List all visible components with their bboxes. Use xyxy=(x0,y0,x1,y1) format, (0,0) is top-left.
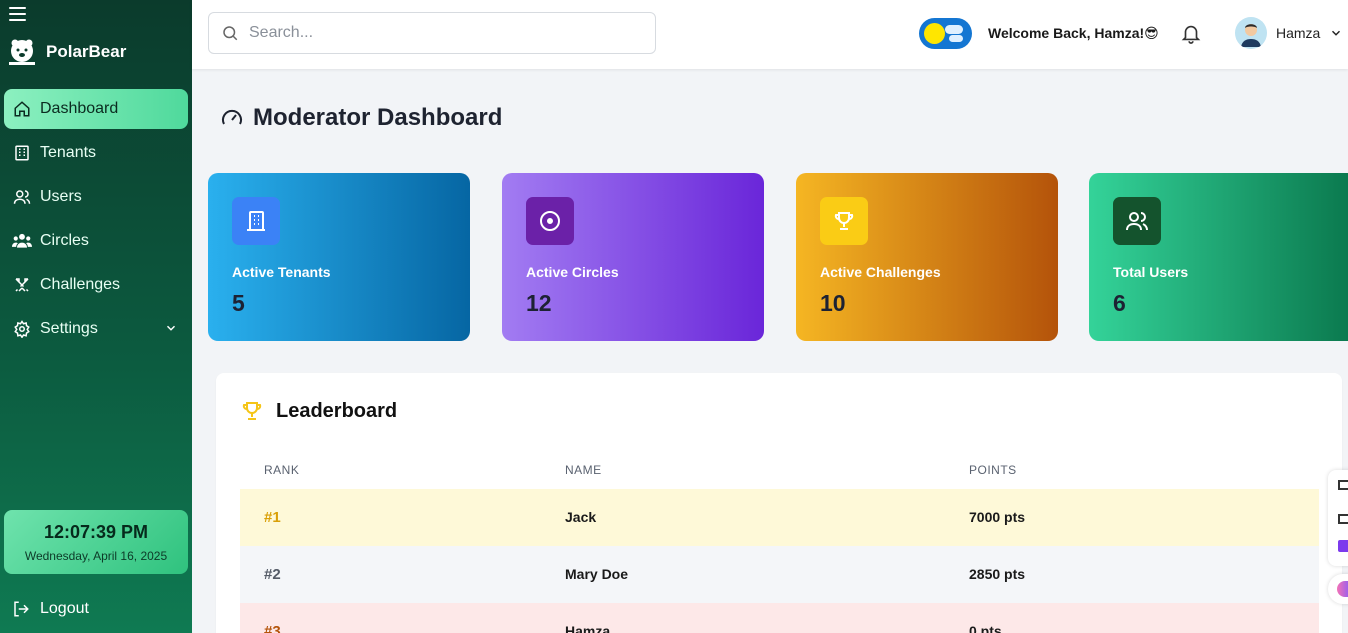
gear-icon xyxy=(12,319,32,339)
sidebar-item-label: Dashboard xyxy=(40,100,119,117)
group-icon xyxy=(12,231,32,251)
cloud-icon xyxy=(949,35,963,42)
sidebar-item-dashboard[interactable]: Dashboard xyxy=(4,89,188,129)
sidebar-item-challenges[interactable]: Challenges xyxy=(4,265,188,305)
table-header: RANK NAME POINTS xyxy=(240,461,1319,489)
column-header-rank: RANK xyxy=(264,463,300,477)
name-cell: Jack xyxy=(565,509,597,525)
building-icon xyxy=(232,197,280,245)
welcome-message: Welcome Back, Hamza!😎 xyxy=(988,25,1159,41)
leaderboard-header: Leaderboard xyxy=(240,399,397,423)
user-menu[interactable]: Hamza xyxy=(1235,17,1343,49)
sidebar-item-settings[interactable]: Settings xyxy=(4,309,188,349)
assistant-icon xyxy=(1337,581,1348,597)
trophy-icon xyxy=(242,402,262,420)
leaderboard-title: Leaderboard xyxy=(276,399,398,422)
stat-card-tenants[interactable]: Active Tenants 5 xyxy=(208,173,470,341)
sidebar-item-tenants[interactable]: Tenants xyxy=(4,133,188,173)
swords-icon xyxy=(12,275,32,295)
points-cell: 2850 pts xyxy=(969,566,1026,582)
points-cell: 7000 pts xyxy=(969,509,1026,525)
users-icon xyxy=(1113,197,1161,245)
user-name: Hamza xyxy=(1276,25,1321,41)
brand[interactable]: PolarBear xyxy=(7,38,126,66)
sidebar-item-users[interactable]: Users xyxy=(4,177,188,217)
page-title: Moderator Dashboard xyxy=(220,104,502,132)
clock-time: 12:07:39 PM xyxy=(43,522,149,542)
sidebar-item-circles[interactable]: Circles xyxy=(4,221,188,261)
stat-card-value: 6 xyxy=(1113,290,1126,316)
cloud-icon xyxy=(945,25,963,34)
sidebar-item-label: Users xyxy=(40,188,82,205)
stat-card-value: 12 xyxy=(526,290,552,316)
stat-card-label: Active Tenants xyxy=(232,264,331,280)
rank-cell: #2 xyxy=(264,566,281,583)
rank-cell: #1 xyxy=(264,509,281,526)
sidebar: PolarBear Dashboard Tenants Users Circle… xyxy=(0,0,192,633)
avatar xyxy=(1235,17,1267,49)
name-cell: Mary Doe xyxy=(565,566,629,582)
building-icon xyxy=(12,143,32,163)
page-heading: Moderator Dashboard xyxy=(253,104,503,131)
search-box xyxy=(208,12,656,54)
search-input[interactable] xyxy=(249,24,629,42)
menu-icon[interactable] xyxy=(9,7,26,21)
logout-button[interactable]: Logout xyxy=(12,600,89,618)
stat-card-label: Total Users xyxy=(1113,264,1189,280)
trophy-icon xyxy=(820,197,868,245)
logout-icon xyxy=(14,601,29,617)
sun-icon xyxy=(924,23,945,44)
column-header-points: POINTS xyxy=(969,463,1017,477)
clock-widget: 12:07:39 PM Wednesday, April 16, 2025 xyxy=(4,510,188,574)
sidebar-item-label: Tenants xyxy=(40,144,97,161)
gauge-icon xyxy=(222,109,242,125)
top-bar: Welcome Back, Hamza!😎 Hamza xyxy=(192,0,1348,69)
rank-cell: #3 xyxy=(264,623,281,633)
stat-card-users[interactable]: Total Users 6 xyxy=(1089,173,1348,341)
stat-card-value: 5 xyxy=(232,290,245,316)
name-cell: Hamza xyxy=(565,623,611,633)
sidebar-item-label: Circles xyxy=(40,232,89,249)
target-icon xyxy=(526,197,574,245)
book-icon[interactable] xyxy=(1338,514,1348,524)
stat-card-circles[interactable]: Active Circles 12 xyxy=(502,173,764,341)
chevron-down-icon xyxy=(166,325,176,331)
stat-card-value: 10 xyxy=(820,290,846,316)
table-row[interactable]: #3 Hamza 0 pts xyxy=(240,603,1319,633)
points-cell: 0 pts xyxy=(969,623,1002,633)
table-row[interactable]: #1 Jack 7000 pts xyxy=(240,489,1319,546)
logout-label: Logout xyxy=(40,600,89,617)
chevron-down-icon xyxy=(1332,30,1341,36)
search-icon xyxy=(223,26,238,41)
polar-bear-logo-icon xyxy=(9,39,35,65)
leaderboard-panel: Leaderboard RANK NAME POINTS #1 Jack 700… xyxy=(216,373,1342,633)
theme-toggle[interactable] xyxy=(919,18,972,49)
stat-card-label: Active Circles xyxy=(526,264,619,280)
sidebar-nav: Dashboard Tenants Users Circles Challeng… xyxy=(4,89,188,353)
bell-icon[interactable] xyxy=(1180,21,1202,45)
home-icon xyxy=(12,99,32,119)
column-header-name: NAME xyxy=(565,463,602,477)
stat-card-challenges[interactable]: Active Challenges 10 xyxy=(796,173,1058,341)
stat-card-label: Active Challenges xyxy=(820,264,941,280)
brand-name: PolarBear xyxy=(46,42,127,61)
users-icon xyxy=(12,187,32,207)
clock-date: Wednesday, April 16, 2025 xyxy=(24,549,168,563)
sidebar-item-label: Settings xyxy=(40,320,98,337)
translate-icon[interactable] xyxy=(1338,480,1348,490)
table-row[interactable]: #2 Mary Doe 2850 pts xyxy=(240,546,1319,603)
chat-icon[interactable] xyxy=(1338,540,1348,552)
sidebar-item-label: Challenges xyxy=(40,276,121,293)
